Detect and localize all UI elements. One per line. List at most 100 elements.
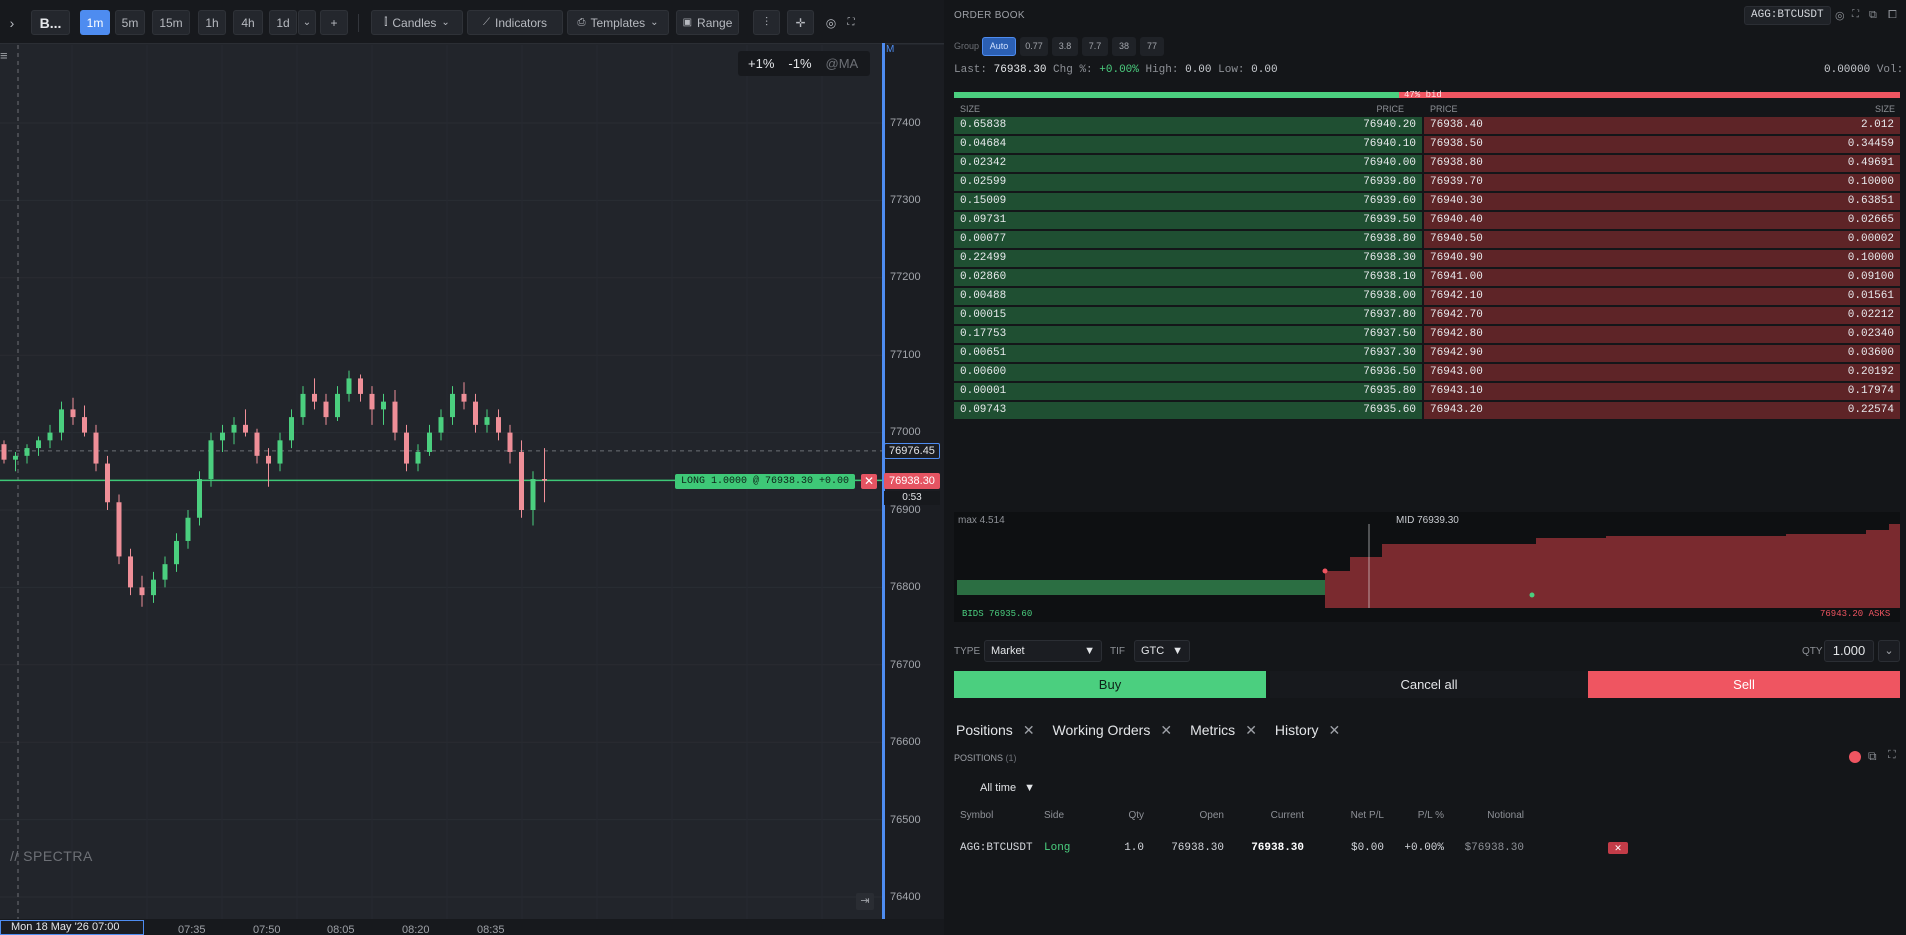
- vol-label: Vol:: [1876, 64, 1904, 76]
- timeframe-5m[interactable]: 5m: [115, 10, 145, 35]
- ask-row[interactable]: 76942.80 0.02340: [1424, 326, 1900, 343]
- tab-positions[interactable]: Positions: [956, 722, 1013, 738]
- close-icon[interactable]: ✕: [1328, 722, 1340, 739]
- ask-row[interactable]: 76942.70 0.02212: [1424, 307, 1900, 324]
- tif-select[interactable]: GTC ▼: [1134, 640, 1190, 662]
- range-button[interactable]: ▣ Range: [676, 10, 739, 35]
- order-type-select[interactable]: Market ▼: [984, 640, 1102, 662]
- bid-row[interactable]: 0.09743 76935.60: [954, 402, 1422, 419]
- bid-row[interactable]: 0.15009 76939.60: [954, 193, 1422, 210]
- plus-one-percent-button[interactable]: +1%: [748, 56, 774, 71]
- group-option-auto[interactable]: Auto: [982, 37, 1016, 56]
- target-icon[interactable]: ◎: [822, 10, 840, 35]
- position-line-label[interactable]: LONG 1.0000 @ 76938.30 +0.00: [675, 474, 856, 489]
- indicators-button[interactable]: ⟋ Indicators: [467, 10, 563, 35]
- time-filter-dropdown[interactable]: All time ▼: [980, 782, 1035, 794]
- col-side: Side: [1044, 810, 1065, 821]
- bid-row[interactable]: 0.00651 76937.30: [954, 345, 1422, 362]
- timeframe-1d[interactable]: 1d: [269, 10, 297, 35]
- ask-row[interactable]: 76943.20 0.22574: [1424, 402, 1900, 419]
- bid-row[interactable]: 0.04684 76940.10: [954, 136, 1422, 153]
- ask-row[interactable]: 76942.90 0.03600: [1424, 345, 1900, 362]
- ma-button[interactable]: @MA: [826, 56, 859, 71]
- bid-row[interactable]: 0.02599 76939.80: [954, 174, 1422, 191]
- last-value: 76938.30: [993, 64, 1047, 76]
- symbol-button[interactable]: B...: [31, 10, 70, 35]
- ask-row[interactable]: 76940.40 0.02665: [1424, 212, 1900, 229]
- bid-row[interactable]: 0.00077 76938.80: [954, 231, 1422, 248]
- triangle-down-icon: ▼: [1024, 782, 1035, 794]
- minus-one-percent-button[interactable]: -1%: [788, 56, 811, 71]
- close-position-icon[interactable]: ✕: [861, 474, 877, 489]
- popout-icon[interactable]: ⧉: [1868, 749, 1877, 764]
- ask-row[interactable]: 76943.10 0.17974: [1424, 383, 1900, 400]
- templates-dropdown[interactable]: ⎙ Templates ⌄: [567, 10, 669, 35]
- cancel-all-button[interactable]: Cancel all: [1270, 671, 1588, 698]
- ask-row[interactable]: 76941.00 0.09100: [1424, 269, 1900, 286]
- bid-row[interactable]: 0.17753 76937.50: [954, 326, 1422, 343]
- timeframe-1h[interactable]: 1h: [198, 10, 226, 35]
- window-icon[interactable]: ⧠: [1888, 9, 1897, 22]
- ask-price: 76940.30: [1430, 195, 1483, 207]
- chevron-down-icon[interactable]: ⌄: [1878, 640, 1900, 662]
- ask-row[interactable]: 76940.50 0.00002: [1424, 231, 1900, 248]
- timeframe-1m[interactable]: 1m: [80, 10, 110, 35]
- bid-row[interactable]: 0.00600 76936.50: [954, 364, 1422, 381]
- target-icon[interactable]: ◎: [1835, 9, 1845, 22]
- group-option[interactable]: 3.8: [1052, 37, 1078, 56]
- position-symbol: AGG:BTCUSDT: [960, 842, 1033, 854]
- ask-price: 76939.70: [1430, 176, 1483, 188]
- ask-row[interactable]: 76942.10 0.01561: [1424, 288, 1900, 305]
- candle-body: [496, 417, 501, 433]
- group-option[interactable]: 38: [1112, 37, 1136, 56]
- chart-type-dropdown[interactable]: ⫿ Candles ⌄: [371, 10, 463, 35]
- ask-row[interactable]: 76939.70 0.10000: [1424, 174, 1900, 191]
- close-position-icon[interactable]: ✕: [1608, 842, 1628, 854]
- candle-body: [139, 587, 145, 596]
- expand-icon[interactable]: ⛶: [1888, 749, 1896, 762]
- tab-history[interactable]: History: [1275, 722, 1319, 738]
- depth-chart[interactable]: [954, 512, 1900, 622]
- group-option[interactable]: 77: [1140, 37, 1164, 56]
- crosshair-icon[interactable]: ✛: [787, 10, 814, 35]
- group-option[interactable]: 0.77: [1020, 37, 1048, 56]
- timeframe-4h[interactable]: 4h: [233, 10, 263, 35]
- candle-body: [530, 479, 536, 510]
- bid-row[interactable]: 0.02342 76940.00: [954, 155, 1422, 172]
- close-icon[interactable]: ✕: [1023, 722, 1035, 739]
- tab-metrics[interactable]: Metrics: [1190, 722, 1235, 738]
- expand-icon[interactable]: ⛶: [1852, 9, 1859, 20]
- bid-row[interactable]: 0.00001 76935.80: [954, 383, 1422, 400]
- record-indicator-icon[interactable]: [1849, 751, 1861, 763]
- popout-icon[interactable]: ⧉: [1869, 9, 1877, 22]
- bid-row[interactable]: 0.65838 76940.20: [954, 117, 1422, 134]
- ask-row[interactable]: 76938.50 0.34459: [1424, 136, 1900, 153]
- chevron-right-icon[interactable]: ›: [4, 10, 20, 35]
- bars-icon[interactable]: ⫶: [753, 10, 780, 35]
- buy-button[interactable]: Buy: [954, 671, 1266, 698]
- bid-row[interactable]: 0.09731 76939.50: [954, 212, 1422, 229]
- scroll-to-latest-icon[interactable]: ⇥: [856, 893, 874, 910]
- tab-working-orders[interactable]: Working Orders: [1053, 722, 1151, 738]
- group-option[interactable]: 7.7: [1082, 37, 1108, 56]
- menu-icon[interactable]: ≡: [0, 48, 8, 63]
- bid-row[interactable]: 0.00015 76937.80: [954, 307, 1422, 324]
- sell-button[interactable]: Sell: [1588, 671, 1900, 698]
- bid-row[interactable]: 0.02860 76938.10: [954, 269, 1422, 286]
- ask-row[interactable]: 76938.40 2.012: [1424, 117, 1900, 134]
- chevron-down-icon[interactable]: ⌄: [298, 10, 316, 35]
- timeframe-15m[interactable]: 15m: [152, 10, 190, 35]
- symbol-badge[interactable]: AGG:BTCUSDT: [1744, 6, 1831, 25]
- ask-row[interactable]: 76943.00 0.20192: [1424, 364, 1900, 381]
- bid-row[interactable]: 0.00488 76938.00: [954, 288, 1422, 305]
- close-icon[interactable]: ✕: [1245, 722, 1257, 739]
- fullscreen-icon[interactable]: ⛶: [843, 10, 859, 35]
- qty-input[interactable]: 1.000: [1824, 640, 1874, 662]
- ask-row[interactable]: 76940.30 0.63851: [1424, 193, 1900, 210]
- add-timeframe-button[interactable]: +: [320, 10, 348, 35]
- ask-row[interactable]: 76938.80 0.49691: [1424, 155, 1900, 172]
- ask-row[interactable]: 76940.90 0.10000: [1424, 250, 1900, 267]
- bid-row[interactable]: 0.22499 76938.30: [954, 250, 1422, 267]
- candle-body: [59, 409, 64, 433]
- close-icon[interactable]: ✕: [1160, 722, 1172, 739]
